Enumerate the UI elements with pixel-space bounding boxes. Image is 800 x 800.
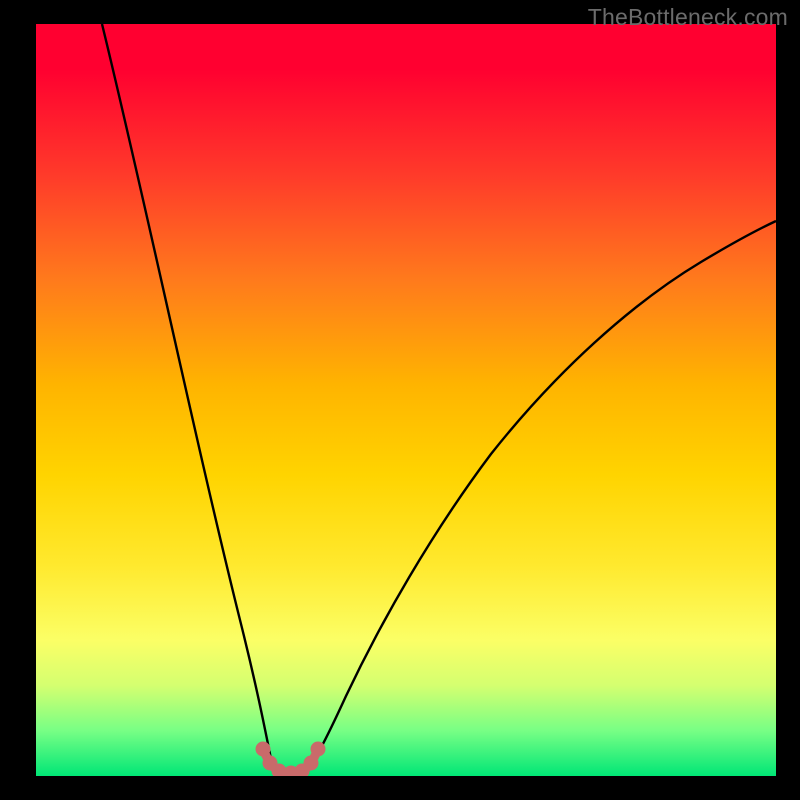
marker-dot [304,756,319,771]
watermark-text: TheBottleneck.com [588,4,788,31]
right-branch-line [304,221,776,774]
marker-dot [256,742,271,757]
marker-dot [311,742,326,757]
left-branch-line [102,24,279,774]
chart-frame: TheBottleneck.com [0,0,800,800]
curve-layer [36,24,776,776]
